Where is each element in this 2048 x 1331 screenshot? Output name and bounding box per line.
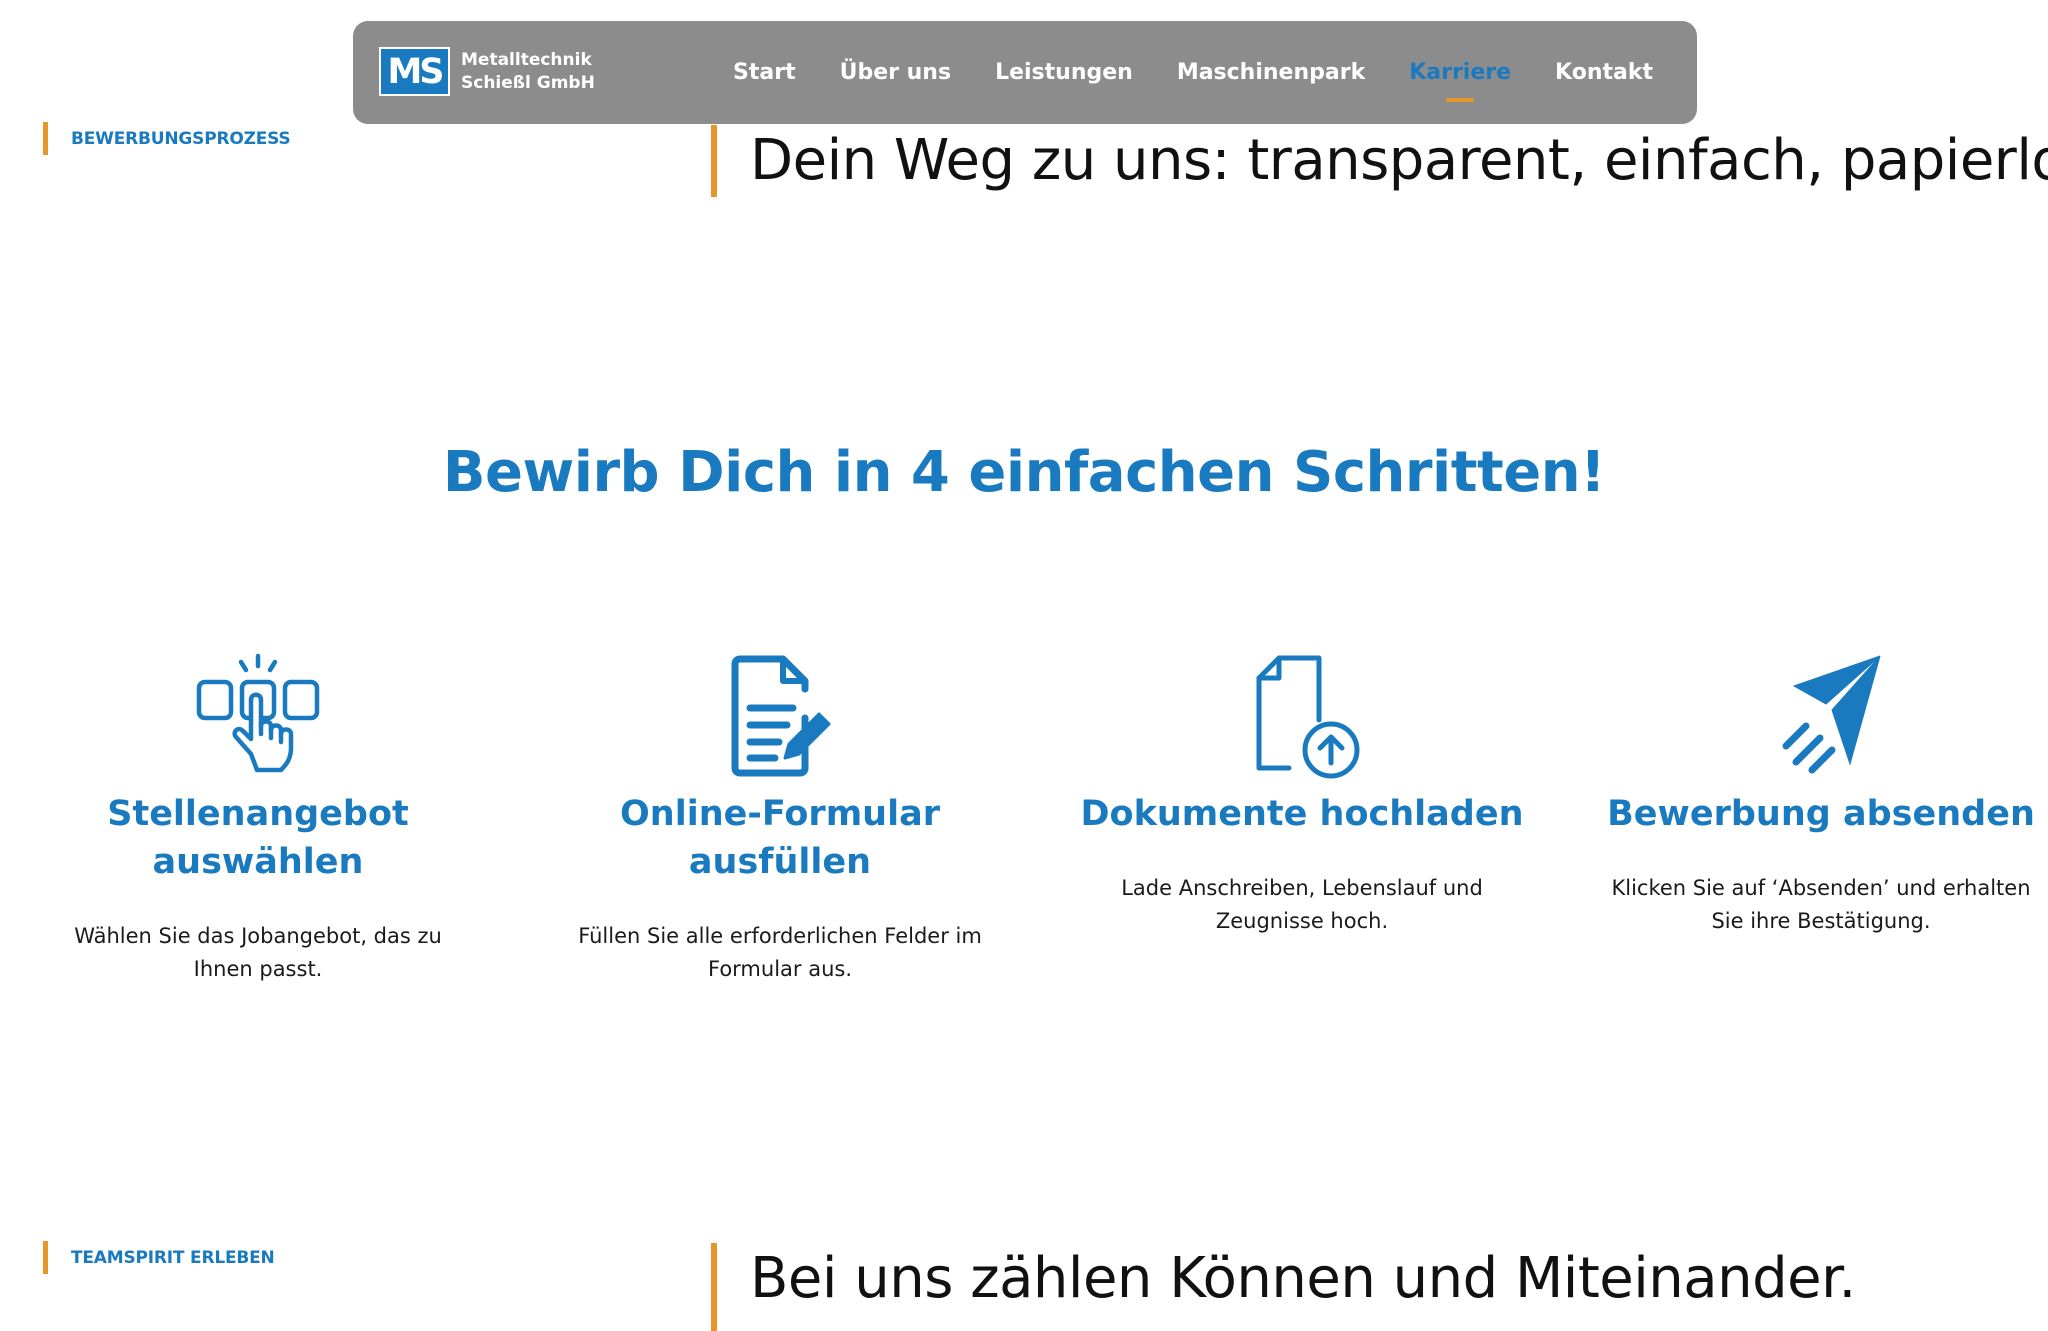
- step-4-title: Bewerbung absenden: [1581, 790, 2048, 838]
- team-section-tag: TEAMSPIRIT ERLEBEN: [43, 1241, 275, 1274]
- paper-plane-icon: [1581, 650, 2048, 780]
- step-1-desc-line-2: Ihnen passt.: [193, 957, 323, 981]
- step-3-desc-line-1: Lade Anschreiben, Lebenslauf und: [1121, 876, 1483, 900]
- process-section-tag: BEWERBUNGSPROZESS: [43, 122, 291, 155]
- step-4-title-line-1: Bewerbung absenden: [1607, 794, 2035, 834]
- step-3-desc-line-2: Zeugnisse hoch.: [1215, 909, 1389, 933]
- step-3-title-line-1: Dokumente hochladen: [1080, 794, 1524, 834]
- main-nav: Start Über uns Leistungen Maschinenpark …: [733, 21, 1697, 124]
- step-2-title-line-1: Online-Formular: [620, 794, 940, 834]
- step-4-desc-line-2: Sie ihre Bestätigung.: [1711, 909, 1931, 933]
- nav-maschinenpark[interactable]: Maschinenpark: [1177, 60, 1365, 85]
- step-3-description: Lade Anschreiben, Lebenslauf und Zeugnis…: [1062, 872, 1542, 938]
- step-3-title: Dokumente hochladen: [1062, 790, 1542, 838]
- step-2-title: Online-Formular ausfüllen: [540, 790, 1020, 886]
- step-send-application: Bewerbung absenden Klicken Sie auf ‘Abse…: [1581, 650, 2048, 938]
- step-4-description: Klicken Sie auf ‘Absenden’ und erhalten …: [1581, 872, 2048, 938]
- step-2-desc-line-2: Formular aus.: [707, 957, 853, 981]
- steps-title: Bewirb Dich in 4 einfachen Schritten!: [442, 440, 1606, 505]
- step-1-description: Wählen Sie das Jobangebot, das zu Ihnen …: [18, 920, 498, 986]
- step-select-job: Stellenangebot auswählen Wählen Sie das …: [18, 650, 498, 986]
- logo-mark: MS: [379, 47, 450, 96]
- nav-karriere[interactable]: Karriere: [1409, 60, 1511, 102]
- document-upload-icon: [1062, 650, 1542, 780]
- form-edit-icon: [540, 650, 1020, 780]
- step-2-description: Füllen Sie alle erforderlichen Felder im…: [540, 920, 1020, 986]
- step-1-title: Stellenangebot auswählen: [18, 790, 498, 886]
- process-section-heading: Dein Weg zu uns: transparent, einfach, p…: [711, 125, 2048, 197]
- logo-line-2: Schießl GmbH: [461, 72, 595, 93]
- step-upload-docs: Dokumente hochladen Lade Anschreiben, Le…: [1062, 650, 1542, 938]
- nav-kontakt[interactable]: Kontakt: [1555, 60, 1653, 85]
- logo-text: Metalltechnik Schießl GmbH: [461, 49, 595, 95]
- logo-line-1: Metalltechnik: [461, 49, 592, 70]
- company-logo[interactable]: MS Metalltechnik Schießl GmbH: [379, 47, 595, 96]
- hand-select-icon: [18, 650, 498, 780]
- nav-start[interactable]: Start: [733, 60, 796, 85]
- team-section-heading: Bei uns zählen Können und Miteinander.: [711, 1243, 1856, 1331]
- step-fill-form: Online-Formular ausfüllen Füllen Sie all…: [540, 650, 1020, 986]
- step-1-desc-line-1: Wählen Sie das Jobangebot, das zu: [74, 924, 442, 948]
- header-navbar: MS Metalltechnik Schießl GmbH Start Über…: [353, 21, 1697, 124]
- step-2-desc-line-1: Füllen Sie alle erforderlichen Felder im: [578, 924, 982, 948]
- nav-ueber-uns[interactable]: Über uns: [840, 60, 951, 85]
- step-4-desc-line-1: Klicken Sie auf ‘Absenden’ und erhalten: [1611, 876, 2031, 900]
- nav-leistungen[interactable]: Leistungen: [995, 60, 1133, 85]
- step-2-title-line-2: ausfüllen: [688, 842, 872, 882]
- step-1-title-line-2: auswählen: [152, 842, 364, 882]
- step-1-title-line-1: Stellenangebot: [107, 794, 409, 834]
